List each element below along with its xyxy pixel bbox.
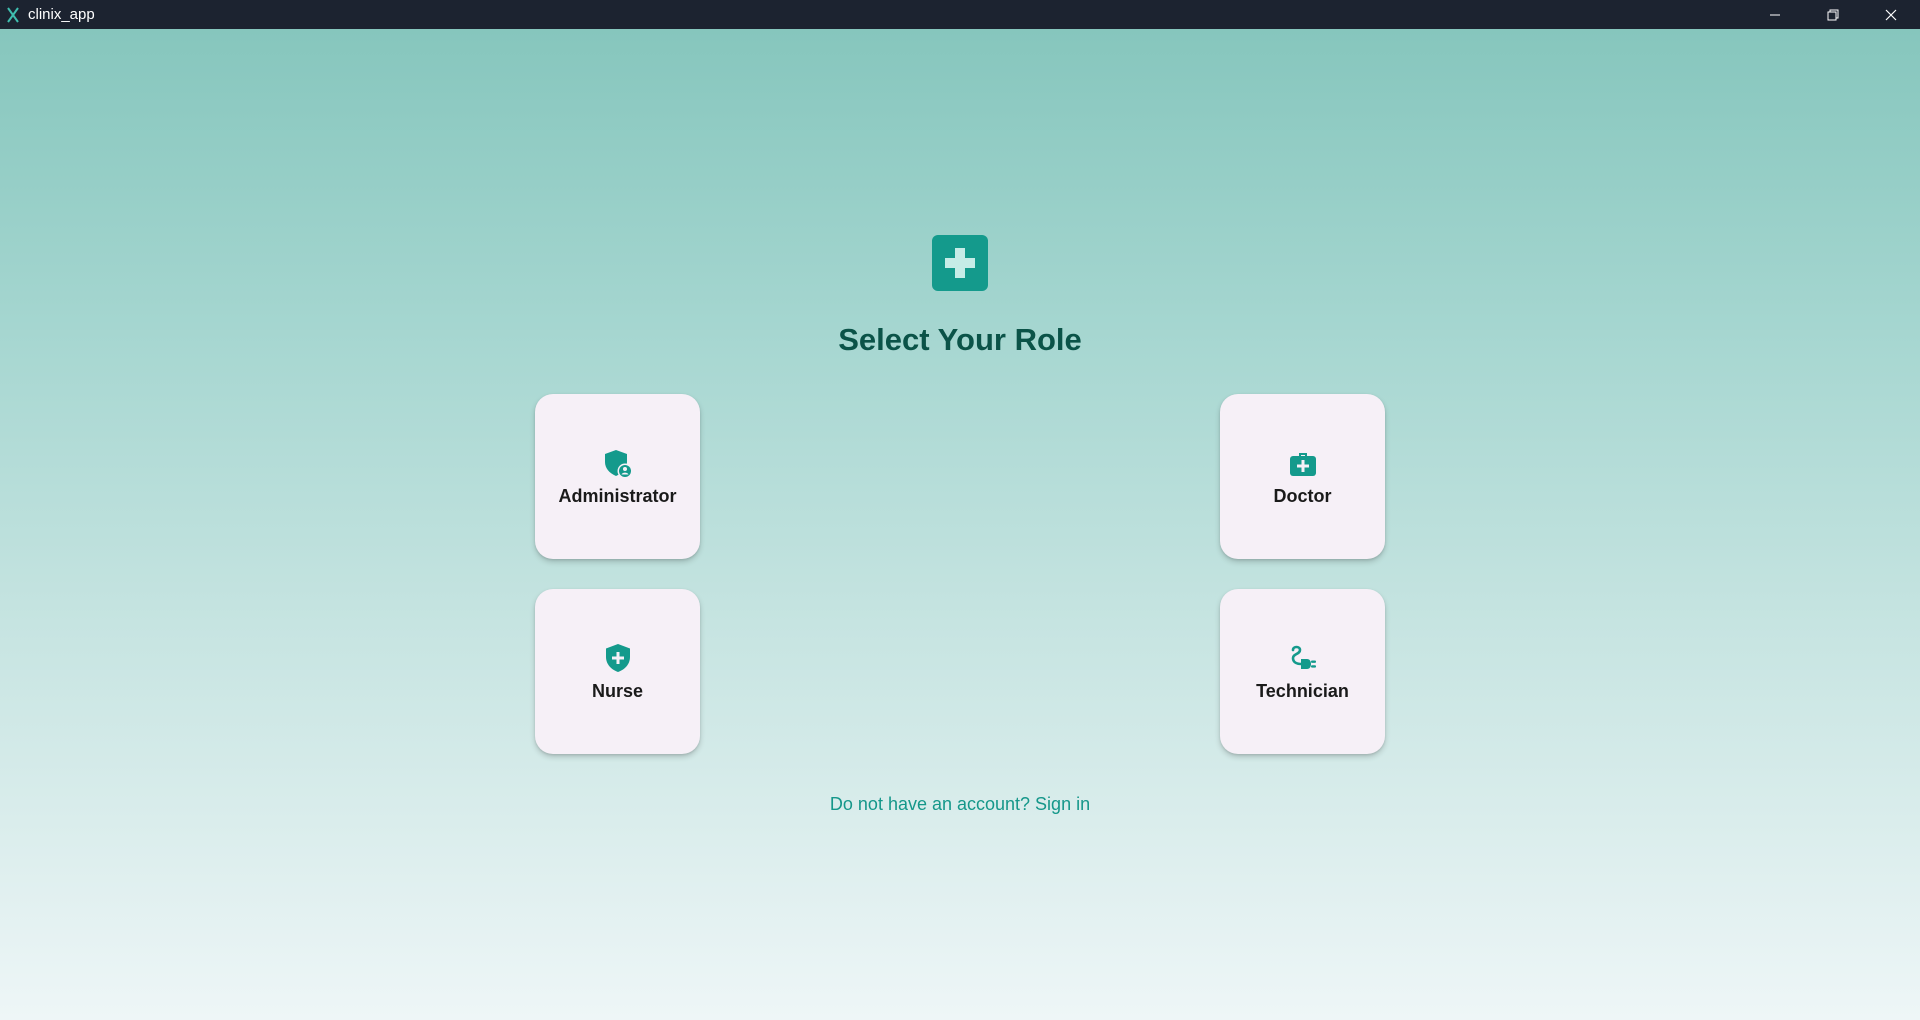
x-logo-icon — [6, 6, 20, 24]
signin-link[interactable]: Do not have an account? Sign in — [0, 794, 1920, 815]
window-controls — [1746, 0, 1920, 29]
admin-shield-icon — [601, 446, 635, 480]
restore-button[interactable] — [1804, 0, 1862, 29]
window-title: clinix_app — [28, 6, 95, 23]
page-title: Select Your Role — [838, 322, 1082, 357]
role-label: Technician — [1256, 681, 1349, 701]
minimize-button[interactable] — [1746, 0, 1804, 29]
role-label: Administrator — [558, 486, 677, 506]
health-shield-icon — [601, 641, 635, 675]
role-selection-screen: Select Your Role Administrator Doctor Nu… — [0, 29, 1920, 1020]
restore-icon — [1827, 9, 1839, 20]
role-card-doctor[interactable]: Doctor — [1220, 394, 1385, 559]
close-button[interactable] — [1862, 0, 1920, 29]
medical-cross-icon — [932, 235, 988, 291]
role-card-administrator[interactable]: Administrator — [535, 394, 700, 559]
plug-icon — [1286, 641, 1320, 675]
role-card-nurse[interactable]: Nurse — [535, 589, 700, 754]
role-label: Nurse — [591, 681, 644, 701]
close-icon — [1885, 9, 1897, 20]
minimize-icon — [1770, 14, 1780, 15]
medical-bag-icon — [1286, 446, 1320, 480]
role-card-technician[interactable]: Technician — [1220, 589, 1385, 754]
title-bar: clinix_app — [0, 0, 1920, 29]
role-label: Doctor — [1273, 486, 1332, 506]
